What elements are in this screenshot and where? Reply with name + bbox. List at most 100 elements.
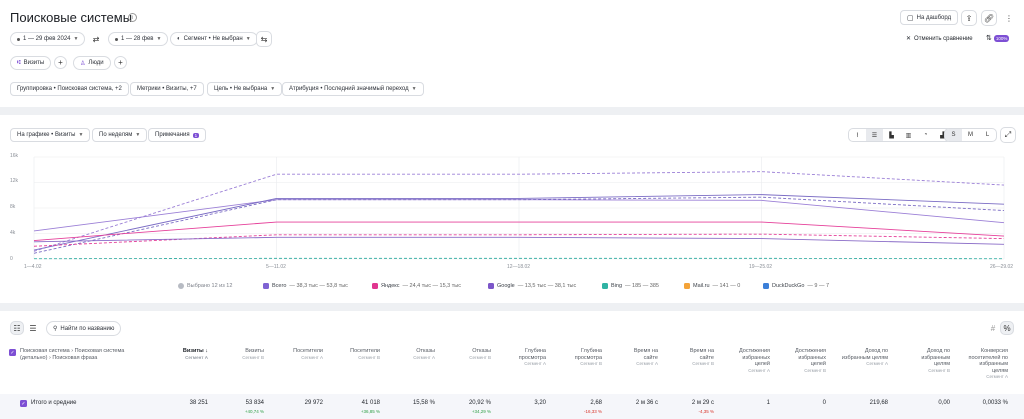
grouping-select[interactable]: Группировка • Поисковая система, +2 bbox=[10, 82, 129, 96]
granularity-label: По неделям bbox=[99, 132, 133, 138]
period-a-select[interactable]: 1 — 29 фев 2024 ▼ bbox=[10, 32, 86, 46]
y-tick-label: 0 bbox=[10, 256, 13, 262]
legend-select-all[interactable]: Выбрано 12 из 12 bbox=[178, 283, 232, 289]
link-icon[interactable]: 🔗︎ bbox=[981, 10, 997, 26]
size-l-button[interactable]: L bbox=[979, 129, 996, 141]
table-cell: 53 834 bbox=[245, 400, 264, 406]
column-title: Достижения избранных целей bbox=[794, 348, 826, 367]
column-header[interactable]: Достижения избранных целей Сегмент B bbox=[784, 348, 826, 374]
column-header[interactable]: Время на сайте Сегмент A bbox=[622, 348, 658, 368]
column-segment: Сегмент A bbox=[748, 367, 770, 373]
column-title: Визиты bbox=[182, 348, 204, 354]
search-input[interactable]: ⚲ Найти по названию bbox=[46, 321, 122, 336]
flat-view-icon[interactable]: ☰ bbox=[26, 321, 40, 335]
add-visits-filter-icon[interactable]: + bbox=[54, 56, 67, 69]
export-icon[interactable]: ⇪ bbox=[961, 10, 977, 26]
absolute-values-icon[interactable]: # bbox=[986, 321, 1000, 335]
column-header[interactable]: Доход по избранным целям Сегмент A bbox=[840, 348, 888, 368]
legend-item-name: Яндекс bbox=[381, 283, 400, 289]
table-cell: 219,68 bbox=[869, 400, 888, 406]
checkbox-icon bbox=[684, 283, 690, 289]
chart-size-switcher[interactable]: S M L bbox=[944, 128, 997, 142]
size-m-button[interactable]: M bbox=[962, 129, 979, 141]
segment-settings-icon[interactable]: ⇆ bbox=[256, 31, 272, 47]
column-segment: Сегмент B bbox=[242, 354, 264, 360]
select-all-checkbox[interactable]: ✓ bbox=[9, 349, 16, 356]
goal-label: Цель • Не выбрана bbox=[214, 86, 268, 92]
more-icon[interactable]: ⋮ bbox=[1001, 10, 1017, 26]
column-header[interactable]: Отказы Сегмент B bbox=[440, 348, 491, 361]
chevron-down-icon: ▼ bbox=[73, 36, 79, 42]
column-header[interactable]: Визиты Сегмент B bbox=[212, 348, 264, 361]
legend-item-values: — 185 — 385 bbox=[625, 283, 659, 289]
tag-visits[interactable]: ⑆ Визиты bbox=[10, 56, 52, 70]
tag-people[interactable]: ♙ Люди bbox=[73, 56, 111, 70]
dimension-header[interactable]: Поисковая система › Поисковая система (д… bbox=[20, 348, 150, 361]
legend-item[interactable]: Google — 13,5 тыс — 38,1 тыс bbox=[488, 283, 576, 289]
legend-item-values: — 9 — 7 bbox=[807, 283, 830, 289]
column-header[interactable]: Достижения избранных целей Сегмент A bbox=[728, 348, 770, 374]
legend-item[interactable]: Всего — 38,3 тыс — 53,8 тыс bbox=[263, 283, 348, 289]
chart-type-switcher[interactable]: ⌇ ☰ ▙ ▥ ◔ ▟ bbox=[848, 128, 952, 142]
legend-item[interactable]: Mail.ru — 141 — 0 bbox=[684, 283, 740, 289]
table-cell: 41 018 bbox=[361, 400, 380, 406]
add-people-filter-icon[interactable]: + bbox=[114, 56, 127, 69]
percent-values-icon[interactable]: % bbox=[1000, 321, 1014, 335]
table-cell: 29 972 bbox=[304, 400, 323, 406]
fullscreen-icon[interactable]: ⤢ bbox=[1000, 127, 1016, 143]
stacked-chart-icon[interactable]: ☰ bbox=[866, 129, 883, 141]
size-s-button[interactable]: S bbox=[945, 129, 962, 141]
goal-select[interactable]: Цель • Не выбрана ▼ bbox=[207, 82, 283, 96]
reset-compare-button[interactable]: ✕ Отменить сравнение bbox=[906, 35, 973, 43]
legend-item[interactable]: DuckDuckGo — 9 — 7 bbox=[763, 283, 829, 289]
column-title: Время на сайте bbox=[633, 348, 658, 361]
totals-row bbox=[0, 394, 1024, 419]
column-segment: Сегмент B bbox=[692, 361, 714, 366]
column-segment: Сегмент A bbox=[301, 354, 323, 360]
column-title: Достижения избранных целей bbox=[738, 348, 770, 367]
x-tick-label: 12—18.02 bbox=[507, 264, 531, 270]
column-header[interactable]: Конверсия посетителей по избранным целям… bbox=[962, 348, 1009, 381]
column-header[interactable]: Посетители Сегмент A bbox=[268, 348, 323, 361]
visits-icon: ⑆ bbox=[17, 60, 21, 66]
column-title: Отказы bbox=[472, 348, 491, 354]
column-header[interactable]: Отказы Сегмент A bbox=[384, 348, 435, 361]
granularity-select[interactable]: По неделям ▼ bbox=[92, 128, 148, 142]
pie-chart-icon[interactable]: ◔ bbox=[917, 129, 934, 141]
column-title: Доход по избранным целям bbox=[921, 348, 950, 367]
sampling-control[interactable]: ⇅ 100% bbox=[986, 34, 1010, 42]
info-icon[interactable]: i bbox=[128, 13, 137, 22]
totals-checkbox[interactable]: ✓ bbox=[20, 400, 27, 407]
tree-view-icon[interactable]: ☷ bbox=[10, 321, 24, 335]
column-segment: Сегмент B bbox=[358, 354, 380, 360]
column-header[interactable]: Глубина просмотра Сегмент A bbox=[508, 348, 546, 368]
column-header[interactable]: Визиты ↓ Сегмент A bbox=[150, 348, 208, 361]
column-header[interactable]: Доход по избранным целям Сегмент B bbox=[910, 348, 950, 374]
attribution-select[interactable]: Атрибуция • Последний значимый переход ▼ bbox=[282, 82, 424, 96]
line-chart-icon[interactable]: ⌇ bbox=[849, 129, 866, 141]
column-title: Глубина просмотра bbox=[518, 348, 546, 361]
notes-button[interactable]: Примечания 1 bbox=[148, 128, 207, 142]
chart-metric-select[interactable]: На графике • Визиты ▼ bbox=[10, 128, 91, 142]
column-chart-icon[interactable]: ▥ bbox=[900, 129, 917, 141]
table-cell: 0 bbox=[822, 400, 826, 406]
metrics-select[interactable]: Метрики • Визиты, +7 bbox=[130, 82, 204, 96]
bar-chart-icon[interactable]: ▙ bbox=[883, 129, 900, 141]
swap-periods-icon[interactable]: ⇄ bbox=[88, 31, 104, 47]
column-title: Посетители bbox=[293, 348, 323, 354]
legend-item-values: — 24,4 тыс — 15,3 тыс bbox=[402, 283, 462, 289]
legend-item-name: Всего bbox=[272, 283, 287, 289]
segment-select[interactable]: ◐ Сегмент • Не выбран ▼ bbox=[170, 32, 258, 46]
chart-metric-label: На графике • Визиты bbox=[17, 132, 76, 138]
column-header[interactable]: Глубина просмотра Сегмент B bbox=[563, 348, 602, 368]
column-title: Глубина просмотра bbox=[574, 348, 602, 361]
legend-item[interactable]: Яндекс — 24,4 тыс — 15,3 тыс bbox=[372, 283, 461, 289]
period-b-select[interactable]: 1 — 28 фев ▼ bbox=[108, 32, 169, 46]
column-header[interactable]: Посетители Сегмент B bbox=[325, 348, 380, 361]
chevron-down-icon: ▼ bbox=[156, 36, 162, 42]
legend-item-name: Mail.ru bbox=[693, 283, 710, 289]
column-header[interactable]: Время на сайте Сегмент B bbox=[678, 348, 714, 368]
period-b-dot-icon bbox=[115, 37, 118, 41]
add-to-dashboard-button[interactable]: ▢ На дашборд bbox=[900, 10, 959, 25]
legend-item[interactable]: Bing — 185 — 385 bbox=[602, 283, 659, 289]
